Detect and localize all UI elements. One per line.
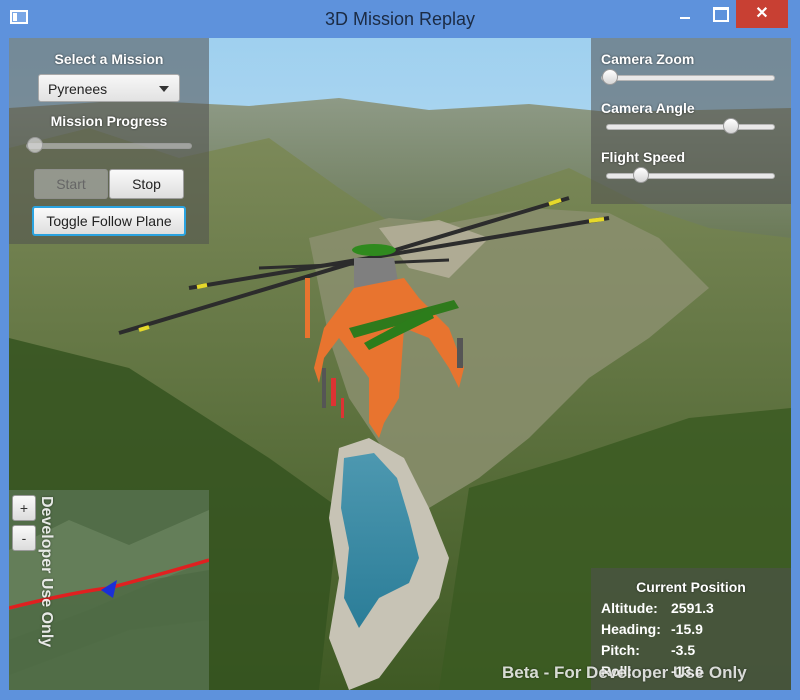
mission-progress-slider[interactable] — [26, 137, 192, 153]
chevron-down-icon — [159, 86, 169, 92]
mission-panel: Select a Mission Pyrenees Mission Progre… — [9, 38, 209, 244]
pitch-row: Pitch: -3.5 — [601, 642, 695, 658]
mission-progress-label: Mission Progress — [50, 113, 168, 129]
camera-zoom-label: Camera Zoom — [601, 51, 695, 67]
scene-watermark: Beta - For Developer Use Only — [502, 663, 747, 682]
flight-speed-slider[interactable] — [606, 167, 775, 183]
altitude-row: Altitude: 2591.3 — [601, 600, 714, 616]
flight-speed-thumb[interactable] — [632, 167, 649, 183]
camera-zoom-slider[interactable] — [601, 69, 775, 85]
stop-button[interactable]: Stop — [109, 169, 184, 199]
heading-label: Heading: — [601, 621, 661, 637]
map-zoom-out-button[interactable]: - — [12, 525, 36, 551]
heading-value: -15.9 — [671, 621, 703, 637]
camera-angle-thumb[interactable] — [723, 118, 740, 134]
camera-angle-label: Camera Angle — [601, 100, 695, 116]
camera-panel: Camera Zoom Camera Angle Flight Speed — [591, 38, 791, 204]
app-window: 3D Mission Replay ✕ Select a Mission Pyr… — [0, 0, 800, 700]
map-zoom-in-button[interactable]: + — [12, 495, 36, 521]
title-bar[interactable]: 3D Mission Replay ✕ — [0, 0, 800, 36]
pitch-label: Pitch: — [601, 642, 640, 658]
mission-progress-thumb[interactable] — [27, 137, 43, 153]
maximize-icon — [713, 6, 729, 22]
start-button[interactable]: Start — [34, 169, 108, 199]
pitch-value: -3.5 — [671, 642, 696, 658]
minimize-icon — [680, 17, 690, 20]
camera-zoom-thumb[interactable] — [602, 69, 618, 85]
mission-select[interactable]: Pyrenees — [38, 74, 180, 102]
close-button[interactable]: ✕ — [736, 0, 788, 28]
mission-select-value: Pyrenees — [48, 81, 108, 97]
altitude-label: Altitude: — [601, 600, 658, 616]
heading-row: Heading: -15.9 — [601, 621, 703, 637]
altitude-value: 2591.3 — [671, 600, 714, 616]
current-position-title: Current Position — [636, 579, 746, 595]
close-icon: ✕ — [755, 5, 769, 22]
map-watermark: Developer Use Only — [38, 496, 55, 648]
select-mission-label: Select a Mission — [54, 51, 164, 67]
flight-speed-label: Flight Speed — [601, 149, 685, 165]
camera-angle-slider[interactable] — [606, 118, 775, 134]
toggle-follow-plane-button[interactable]: Toggle Follow Plane — [32, 206, 186, 236]
